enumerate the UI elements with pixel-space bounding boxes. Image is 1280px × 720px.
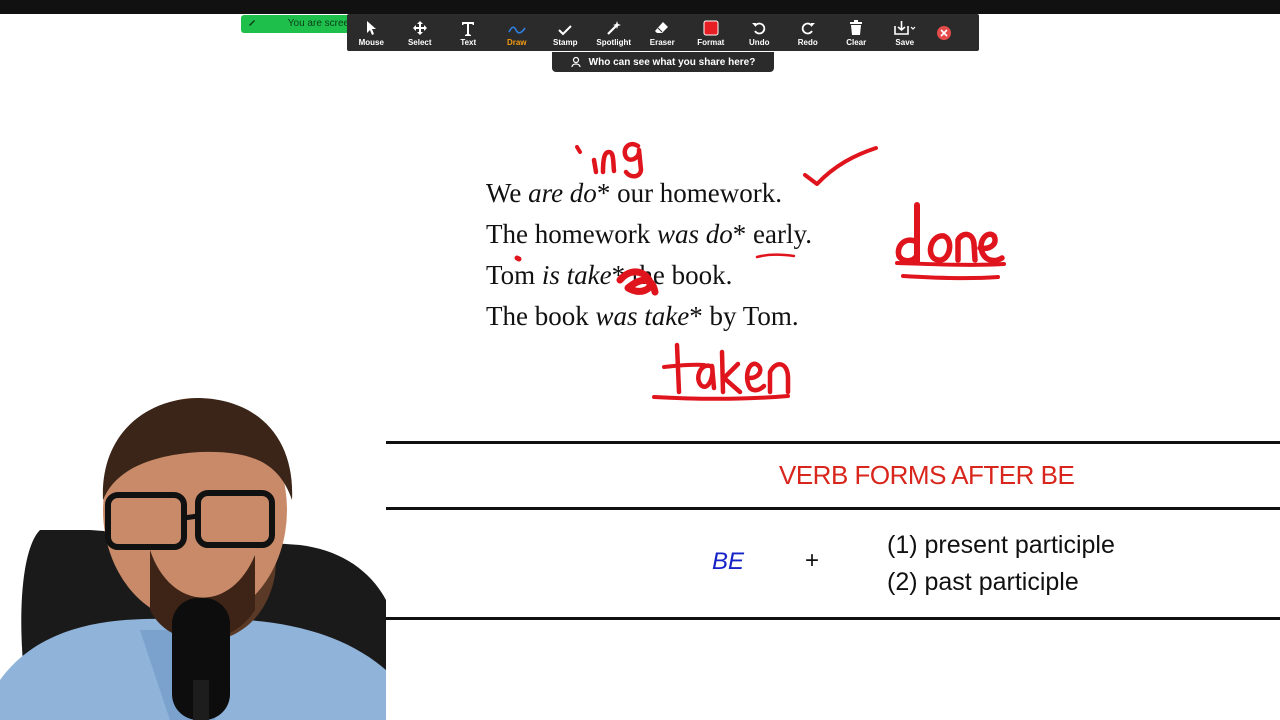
- tool-label: Draw: [506, 38, 527, 47]
- tool-label: Redo: [797, 38, 818, 47]
- person-icon: [571, 56, 581, 68]
- tool-label: Eraser: [649, 38, 675, 47]
- close-toolbar-button[interactable]: [929, 14, 959, 51]
- checkmark-icon: [558, 25, 572, 36]
- tool-undo[interactable]: Undo: [735, 14, 784, 51]
- trash-icon: [850, 20, 863, 35]
- undo-icon: [752, 22, 766, 35]
- tool-select[interactable]: Select: [396, 14, 445, 51]
- close-icon: [940, 28, 948, 37]
- tool-save[interactable]: Save: [881, 14, 930, 51]
- cursor-arrow-icon: [367, 21, 377, 35]
- text-t-icon: [462, 22, 475, 36]
- option-past-participle: (2) past participle: [887, 568, 1079, 596]
- section-rule-top: [282, 441, 1280, 444]
- save-download-icon: [893, 21, 916, 35]
- section-rule-bottom: [282, 617, 1280, 620]
- tool-clear[interactable]: Clear: [832, 14, 881, 51]
- tool-text[interactable]: Text: [444, 14, 493, 51]
- example-sentence: The homework was do* early.: [486, 219, 812, 249]
- plus-sign: +: [805, 547, 820, 574]
- annotation-toolbar: Mouse Select Text Draw Stamp Spotlight E…: [347, 14, 979, 51]
- share-indicator-label: You are scree: [287, 18, 350, 29]
- section-rule-middle: [282, 507, 1280, 510]
- tool-mouse[interactable]: Mouse: [347, 14, 396, 51]
- tool-spotlight[interactable]: Spotlight: [590, 14, 639, 51]
- screen-share-indicator[interactable]: You are scree: [241, 15, 361, 33]
- redo-icon: [801, 22, 815, 35]
- move-arrows-icon: [412, 21, 427, 35]
- magic-wand-icon: [606, 21, 621, 35]
- pen-icon: [249, 20, 255, 26]
- example-sentence: We are do* our homework.: [486, 178, 783, 208]
- option-present-participle: (1) present participle: [887, 531, 1115, 559]
- top-black-strip: [0, 0, 1280, 14]
- section-heading: VERB FORMS AFTER BE: [779, 460, 1075, 490]
- tool-label: Text: [460, 38, 477, 47]
- example-sentence: The book was take* by Tom.: [486, 301, 799, 331]
- tool-stamp[interactable]: Stamp: [541, 14, 590, 51]
- who-can-see-banner[interactable]: Who can see what you share here?: [552, 52, 774, 72]
- tool-label: Save: [895, 38, 915, 47]
- tool-redo[interactable]: Redo: [784, 14, 833, 51]
- tool-draw[interactable]: Draw: [493, 14, 542, 51]
- tool-label: Undo: [749, 38, 770, 47]
- pen-squiggle-icon: [508, 26, 526, 34]
- be-label: BE: [712, 548, 745, 575]
- eraser-icon: [655, 22, 669, 33]
- tool-eraser[interactable]: Eraser: [638, 14, 687, 51]
- tool-label: Mouse: [358, 38, 384, 47]
- tool-label: Clear: [846, 38, 867, 47]
- tool-label: Format: [697, 38, 725, 47]
- tool-label: Select: [407, 38, 432, 47]
- who-can-see-label: Who can see what you share here?: [588, 56, 756, 68]
- tool-label: Stamp: [553, 38, 578, 47]
- color-square-icon: [703, 20, 719, 36]
- presenter-webcam: [0, 380, 386, 720]
- tool-format[interactable]: Format: [687, 14, 736, 51]
- tool-label: Spotlight: [596, 38, 632, 47]
- example-sentence: Tom is take* the book.: [486, 260, 733, 290]
